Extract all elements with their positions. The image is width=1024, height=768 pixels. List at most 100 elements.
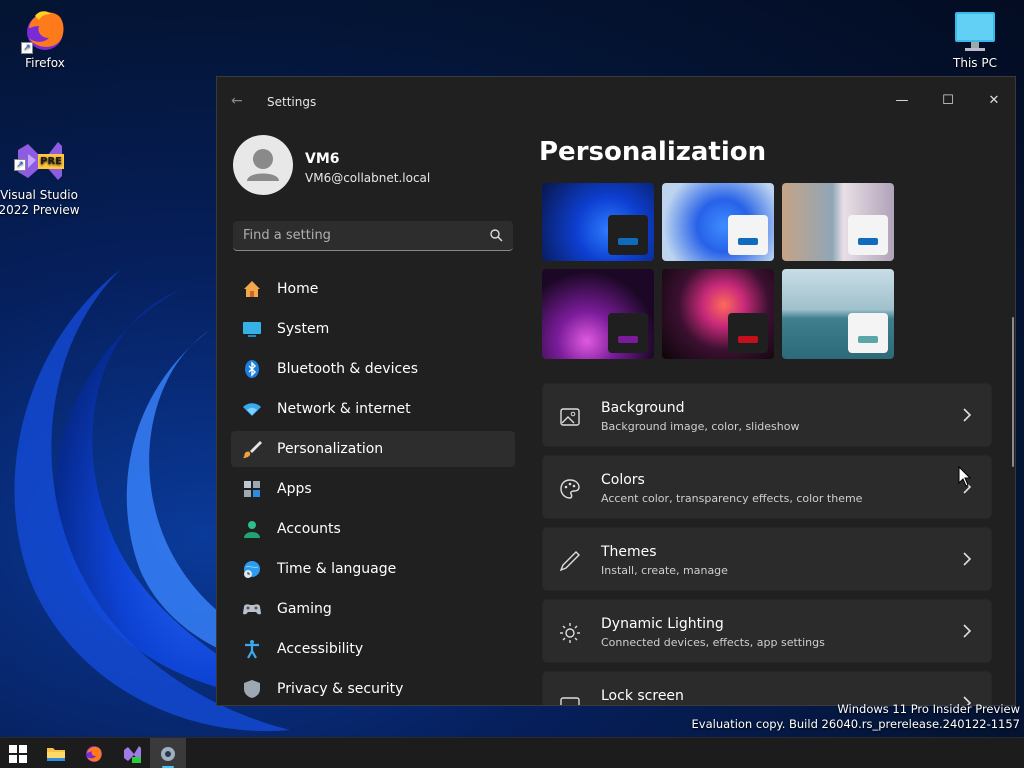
chevron-right-icon [963, 624, 972, 638]
taskbar-file-explorer[interactable] [38, 738, 74, 768]
taskbar-visual-studio[interactable] [114, 738, 150, 768]
globe-clock-icon [241, 558, 263, 580]
theme-accent-swatch [858, 336, 878, 343]
lock-screen-icon [560, 697, 580, 705]
watermark-line-1: Windows 11 Pro Insider Preview [837, 702, 1020, 716]
theme-thumbnail[interactable] [662, 183, 774, 261]
apps-icon [241, 478, 263, 500]
gear-icon [161, 746, 175, 761]
search-box [233, 221, 513, 251]
desktop-icon-label: Firefox [25, 56, 65, 70]
chevron-right-icon [963, 408, 972, 422]
back-arrow-icon[interactable]: ← [231, 93, 251, 113]
theme-thumbnail[interactable] [542, 269, 654, 359]
desktop-icon-label: This PC [953, 56, 997, 70]
desktop-icon-this-pc[interactable]: This PC [930, 10, 1020, 70]
card-title: Background [601, 400, 685, 416]
theme-accent-swatch [618, 336, 638, 343]
system-icon [241, 318, 263, 340]
settings-window: ← Settings — ☐ ✕ VM6 VM6@collabnet.local [216, 76, 1016, 706]
theme-accent-swatch [858, 238, 878, 245]
start-button[interactable] [0, 738, 36, 768]
nav-item-system[interactable]: System [231, 311, 515, 347]
nav-list: Home System Bluetooth & devices Network … [231, 271, 515, 705]
profile-name: VM6 [305, 151, 340, 167]
mouse-cursor-icon [958, 466, 972, 487]
image-icon [560, 408, 580, 426]
folder-icon [47, 747, 65, 761]
nav-item-privacy-security[interactable]: Privacy & security [231, 671, 515, 705]
title-bar: ← Settings — ☐ ✕ [217, 77, 1015, 127]
card-title: Colors [601, 472, 645, 488]
card-themes[interactable]: Themes Install, create, manage [542, 527, 992, 591]
search-icon[interactable] [489, 228, 503, 242]
firefox-icon [86, 745, 102, 762]
gamepad-icon [241, 598, 263, 620]
firefox-icon: ↗ [21, 6, 69, 54]
nav-item-time-language[interactable]: Time & language [231, 551, 515, 587]
theme-gallery [542, 183, 902, 361]
window-title: Settings [267, 95, 317, 109]
card-title: Lock screen [601, 688, 684, 704]
desktop-icon-label: Visual Studio 2022 Preview [0, 188, 80, 217]
theme-thumbnail[interactable] [542, 183, 654, 261]
preview-badge: PRE [38, 154, 64, 169]
close-button[interactable]: ✕ [971, 85, 1015, 117]
theme-accent-swatch [618, 238, 638, 245]
minimize-button[interactable]: — [879, 85, 925, 117]
card-subtitle: Install, create, manage [601, 564, 728, 577]
nav-item-bluetooth[interactable]: Bluetooth & devices [231, 351, 515, 387]
taskbar-settings[interactable] [150, 738, 186, 768]
user-profile[interactable]: VM6 VM6@collabnet.local [233, 135, 523, 195]
shortcut-arrow-icon: ↗ [14, 159, 26, 171]
monitor-icon [953, 10, 997, 54]
visual-studio-icon: PRE ↗ [14, 121, 64, 180]
card-subtitle: Background image, color, slideshow [601, 420, 800, 433]
taskbar-firefox[interactable] [76, 738, 112, 768]
nav-item-network[interactable]: Network & internet [231, 391, 515, 427]
palette-icon [560, 479, 580, 499]
desktop-icon-visual-studio[interactable]: PRE ↗ Visual Studio 2022 Preview [0, 106, 84, 218]
shield-icon [241, 678, 263, 700]
lighting-icon [560, 623, 580, 643]
theme-thumbnail[interactable] [662, 269, 774, 359]
theme-accent-swatch [738, 336, 758, 343]
nav-item-personalization[interactable]: Personalization [231, 431, 515, 467]
avatar [233, 135, 293, 195]
card-dynamic-lighting[interactable]: Dynamic Lighting Connected devices, effe… [542, 599, 992, 663]
maximize-button[interactable]: ☐ [925, 85, 971, 117]
pen-icon [559, 551, 580, 572]
taskbar [0, 737, 1024, 768]
shortcut-arrow-icon: ↗ [21, 42, 33, 54]
card-colors[interactable]: Colors Accent color, transparency effect… [542, 455, 992, 519]
scrollbar[interactable] [1012, 317, 1014, 467]
brush-icon [241, 438, 263, 460]
nav-item-apps[interactable]: Apps [231, 471, 515, 507]
nav-item-gaming[interactable]: Gaming [231, 591, 515, 627]
theme-thumbnail[interactable] [782, 183, 894, 261]
nav-item-home[interactable]: Home [231, 271, 515, 307]
accessibility-icon [241, 638, 263, 660]
evaluation-watermark: Windows 11 Pro Insider Preview Evaluatio… [692, 702, 1020, 732]
windows-logo-icon [9, 744, 27, 763]
search-input[interactable] [233, 221, 473, 249]
wifi-icon [241, 398, 263, 420]
nav-item-accessibility[interactable]: Accessibility [231, 631, 515, 667]
watermark-line-2: Evaluation copy. Build 26040.rs_prerelea… [691, 717, 1020, 731]
card-lock-screen[interactable]: Lock screen [542, 671, 992, 705]
theme-accent-swatch [738, 238, 758, 245]
visual-studio-icon [124, 745, 141, 763]
home-icon [241, 278, 263, 300]
page-title: Personalization [539, 137, 767, 167]
bluetooth-icon [241, 358, 263, 380]
chevron-right-icon [963, 552, 972, 566]
settings-cards: Background Background image, color, slid… [542, 383, 992, 705]
card-background[interactable]: Background Background image, color, slid… [542, 383, 992, 447]
card-title: Dynamic Lighting [601, 616, 724, 632]
profile-email: VM6@collabnet.local [305, 171, 431, 185]
account-icon [241, 518, 263, 540]
nav-item-accounts[interactable]: Accounts [231, 511, 515, 547]
card-subtitle: Accent color, transparency effects, colo… [601, 492, 863, 505]
desktop-icon-firefox[interactable]: ↗ Firefox [0, 6, 90, 70]
theme-thumbnail[interactable] [782, 269, 894, 359]
